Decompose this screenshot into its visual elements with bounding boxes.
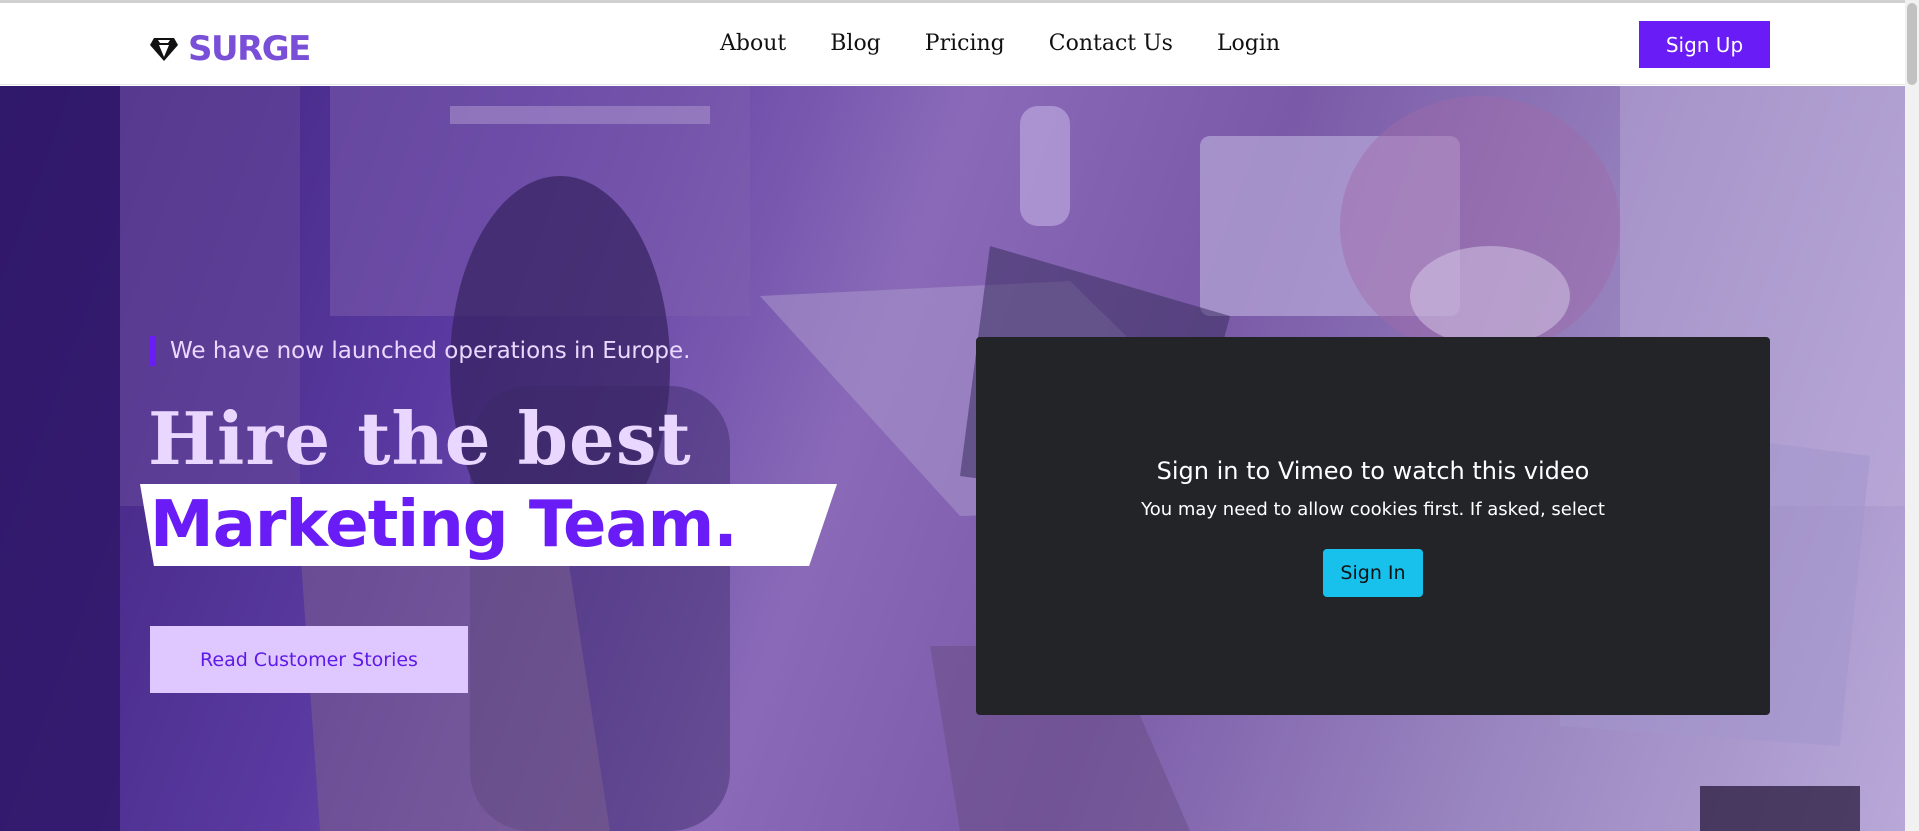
main-nav: About Blog Pricing Contact Us Login xyxy=(720,31,1280,56)
sign-up-button[interactable]: Sign Up xyxy=(1639,21,1770,68)
nav-link-login[interactable]: Login xyxy=(1217,31,1280,56)
read-customer-stories-button[interactable]: Read Customer Stories xyxy=(150,626,468,693)
navbar: SURGE About Blog Pricing Contact Us Logi… xyxy=(0,3,1905,85)
headline-line-1: Hire the best xyxy=(148,396,692,481)
nav-link-about[interactable]: About xyxy=(720,31,786,56)
announcement-tagline: We have now launched operations in Europ… xyxy=(150,336,691,366)
gem-icon xyxy=(150,38,178,61)
logo[interactable]: SURGE xyxy=(150,29,311,69)
video-signin-title: Sign in to Vimeo to watch this video xyxy=(1156,457,1590,485)
page-scrollbar[interactable] xyxy=(1905,0,1919,831)
logo-text: SURGE xyxy=(188,29,311,69)
nav-link-pricing[interactable]: Pricing xyxy=(925,31,1005,56)
video-embed[interactable]: Sign in to Vimeo to watch this video You… xyxy=(976,337,1770,715)
tagline-accent-bar xyxy=(150,336,156,366)
hero-section: We have now launched operations in Europ… xyxy=(0,86,1905,831)
video-signin-subtitle: You may need to allow cookies first. If … xyxy=(1141,499,1605,520)
vimeo-sign-in-button[interactable]: Sign In xyxy=(1323,549,1423,597)
tagline-text: We have now launched operations in Europ… xyxy=(170,338,691,364)
scrollbar-thumb[interactable] xyxy=(1907,3,1917,85)
nav-link-blog[interactable]: Blog xyxy=(830,31,881,56)
nav-link-contact[interactable]: Contact Us xyxy=(1049,31,1173,56)
headline-line-2: Marketing Team. xyxy=(150,488,738,562)
